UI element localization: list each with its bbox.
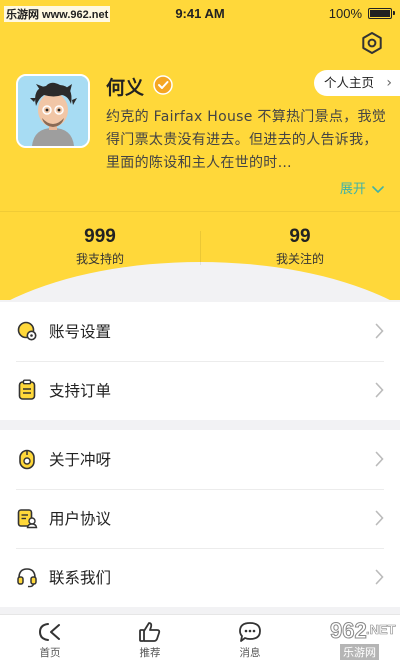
watermark-brand-sub: 乐游网 (340, 644, 379, 660)
chevron-right-icon (375, 510, 384, 526)
stat-supported-label: 我支持的 (75, 252, 124, 266)
battery-icon (368, 8, 395, 19)
chevron-right-icon (375, 451, 384, 467)
watermark-brand: 962 (330, 618, 368, 644)
about-icon (19, 449, 35, 470)
thumbs-up-icon (139, 622, 161, 642)
profile-page-label: 个人主页 (324, 75, 375, 90)
menu-label: 用户协议 (49, 510, 112, 528)
menu-label: 支持订单 (49, 382, 112, 400)
tab-label: 推荐 (139, 647, 161, 659)
menu-group-info: 关于冲呀 用户协议 联系我们 (0, 430, 400, 607)
profile-header: 9:41 AM 100% 何义 个人主页 › 约克的 Fairfax House (0, 0, 400, 300)
stat-following[interactable]: 99 我关注的 (200, 226, 400, 267)
expand-bio-button[interactable]: 展开 (340, 178, 384, 197)
expand-label: 展开 (339, 182, 366, 197)
settings-gear-icon[interactable] (360, 31, 384, 55)
battery-percent: 100% (328, 6, 362, 21)
profile-page-button[interactable]: 个人主页 › (314, 70, 400, 96)
menu-group-account: 账号设置 支持订单 (0, 302, 400, 420)
agreement-icon (17, 509, 38, 529)
menu-item-user-agreement[interactable]: 用户协议 (0, 489, 400, 548)
tab-label: 首页 (39, 647, 61, 659)
chevron-right-icon (375, 382, 384, 398)
stat-supported[interactable]: 999 我支持的 (0, 226, 200, 267)
avatar[interactable] (16, 74, 90, 148)
tab-messages[interactable]: 消息 (220, 621, 280, 660)
stat-supported-count: 999 (84, 226, 116, 247)
menu-label: 关于冲呀 (49, 451, 112, 469)
stat-following-label: 我关注的 (275, 252, 324, 266)
watermark-top: 乐游网 www.962.net (4, 6, 111, 22)
tab-home[interactable]: 首页 (20, 621, 80, 660)
watermark-brand-suffix: .NET (366, 622, 396, 638)
avatar-illustration (18, 76, 88, 146)
account-settings-icon (17, 321, 37, 341)
watermark-logo: 962 .NET 乐游网 (290, 618, 396, 662)
chevron-down-icon (372, 185, 384, 193)
orders-icon (18, 379, 36, 400)
stat-following-count: 99 (289, 226, 311, 247)
chevron-right-icon (375, 569, 384, 585)
menu-label: 账号设置 (49, 323, 112, 341)
tab-label: 消息 (239, 647, 261, 659)
message-icon (239, 622, 261, 642)
header-divider (0, 211, 400, 212)
profile-bio: 约克的 Fairfax House 不算热门景点，我觉得门票太贵没有进去。但进去… (106, 109, 387, 171)
home-icon (38, 623, 60, 641)
menu-item-about[interactable]: 关于冲呀 (0, 430, 400, 489)
tab-recommend[interactable]: 推荐 (120, 621, 180, 660)
chevron-right-icon: › (386, 75, 392, 91)
menu-item-contact[interactable]: 联系我们 (0, 548, 400, 607)
menu-label: 联系我们 (49, 569, 112, 587)
menu-item-support-orders[interactable]: 支持订单 (0, 361, 400, 420)
header-curve (0, 262, 400, 300)
verified-badge-icon (153, 75, 173, 95)
contact-icon (17, 568, 37, 588)
username: 何义 (106, 77, 145, 99)
menu-item-account-settings[interactable]: 账号设置 (0, 302, 400, 361)
chevron-right-icon (375, 323, 384, 339)
